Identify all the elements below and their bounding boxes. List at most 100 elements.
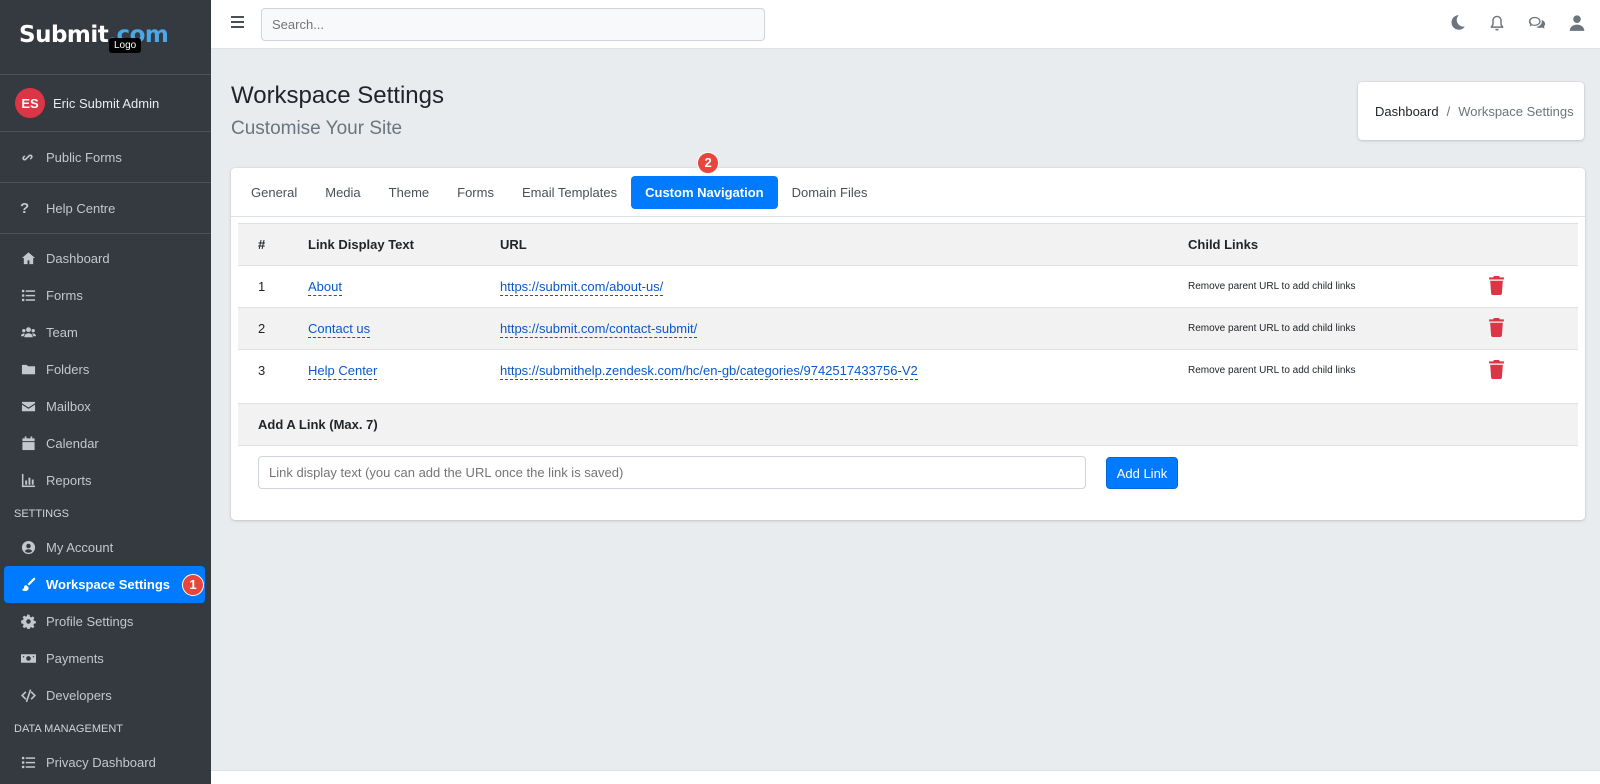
- gear-icon: [20, 614, 36, 630]
- sidebar-item-my-account[interactable]: My Account: [0, 529, 211, 566]
- breadcrumb-separator: /: [1446, 103, 1451, 119]
- users-icon: [20, 325, 36, 341]
- sidebar-item-label: Payments: [46, 651, 104, 666]
- footer: [211, 770, 1600, 784]
- tab-custom-navigation[interactable]: Custom Navigation: [631, 175, 778, 209]
- trash-icon[interactable]: [1488, 275, 1505, 298]
- brush-icon: [20, 577, 36, 593]
- link-display-text-input[interactable]: [258, 456, 1086, 489]
- tab-general[interactable]: General: [237, 176, 311, 209]
- moon-icon[interactable]: [1448, 14, 1466, 35]
- tab-forms[interactable]: Forms: [443, 176, 508, 209]
- sidebar-item-label: Public Forms: [46, 149, 122, 165]
- data-management-header: DATA MANAGEMENT: [14, 723, 123, 735]
- sidebar-item-mailbox[interactable]: Mailbox: [0, 388, 211, 425]
- sidebar-item-developers[interactable]: Developers: [0, 677, 211, 714]
- column-header-actions: [1468, 223, 1578, 266]
- breadcrumb: Dashboard / Workspace Settings: [1358, 82, 1584, 140]
- sidebar-item-dashboard[interactable]: Dashboard: [0, 240, 211, 277]
- breadcrumb-dashboard-link[interactable]: Dashboard: [1375, 104, 1439, 119]
- folder-icon: [20, 362, 36, 378]
- code-icon: [20, 688, 36, 704]
- link-display-text[interactable]: Contact us: [308, 321, 371, 338]
- sidebar-item-label: Team: [46, 325, 78, 340]
- logo-tooltip: Logo: [109, 38, 142, 53]
- sidebar-item-label: My Account: [46, 540, 114, 555]
- step-badge: 2: [697, 151, 720, 174]
- table-row: 2 Contact us https://submit.com/contact-…: [238, 307, 1578, 350]
- link-url[interactable]: https://submit.com/contact-submit/: [500, 321, 698, 338]
- link-display-text[interactable]: About: [308, 279, 342, 296]
- tab-media[interactable]: Media: [311, 176, 374, 209]
- sidebar-item-label: Forms: [46, 288, 83, 303]
- home-icon: [20, 251, 36, 267]
- column-header-url: URL: [480, 223, 1168, 266]
- trash-icon[interactable]: [1488, 359, 1505, 382]
- chat-icon[interactable]: [1528, 14, 1546, 35]
- row-number: 3: [238, 349, 288, 404]
- delete-link-button[interactable]: [1468, 265, 1578, 308]
- breadcrumb-current: Workspace Settings: [1458, 103, 1574, 119]
- topbar: [211, 0, 1600, 49]
- tab-domain-files[interactable]: Domain Files: [778, 176, 882, 209]
- user-icon[interactable]: [1568, 14, 1586, 35]
- sidebar-item-label: Developers: [46, 688, 112, 703]
- link-icon: [20, 150, 36, 165]
- sidebar-item-workspace-settings[interactable]: Workspace Settings 1: [4, 566, 205, 603]
- sidebar-item-label: Profile Settings: [46, 614, 134, 629]
- user-panel[interactable]: ES Eric Submit Admin: [0, 75, 211, 132]
- list-icon: [20, 755, 36, 771]
- trash-icon[interactable]: [1488, 317, 1505, 340]
- sidebar-item-label: Dashboard: [46, 251, 110, 266]
- child-links-note: Remove parent URL to add child links: [1168, 307, 1468, 350]
- link-display-text[interactable]: Help Center: [308, 363, 378, 380]
- sidebar: Submit.com Logo ES Eric Submit Admin Pub…: [0, 0, 211, 784]
- search-input[interactable]: [261, 8, 765, 41]
- column-header-link-text: Link Display Text: [288, 223, 480, 266]
- table-row: 3 Help Center https://submithelp.zendesk…: [238, 349, 1578, 404]
- tab-email-templates[interactable]: Email Templates: [508, 176, 631, 209]
- sidebar-item-label: Calendar: [46, 436, 99, 451]
- sidebar-item-help-centre[interactable]: ? Help Centre: [0, 183, 211, 234]
- sidebar-item-label: Folders: [46, 362, 90, 377]
- brand: Submit.com Logo: [0, 0, 211, 75]
- child-links-note: Remove parent URL to add child links: [1168, 349, 1468, 404]
- sidebar-item-label: Privacy Dashboard: [46, 755, 156, 770]
- avatar: ES: [15, 88, 45, 118]
- column-header-child-links: Child Links: [1168, 223, 1468, 266]
- logo[interactable]: Submit.com: [19, 22, 169, 48]
- envelope-icon: [20, 399, 36, 415]
- sidebar-item-privacy-dashboard[interactable]: Privacy Dashboard: [0, 744, 211, 781]
- sidebar-item-forms[interactable]: Forms: [0, 277, 211, 314]
- delete-link-button[interactable]: [1468, 349, 1578, 404]
- sidebar-item-team[interactable]: Team: [0, 314, 211, 351]
- sidebar-item-reports[interactable]: Reports: [0, 462, 211, 499]
- navigation-links-table: # Link Display Text URL Child Links 1 Ab…: [238, 223, 1578, 404]
- money-icon: [20, 651, 36, 667]
- sidebar-item-folders[interactable]: Folders: [0, 351, 211, 388]
- sidebar-item-label: Help Centre: [46, 200, 116, 216]
- sidebar-item-payments[interactable]: Payments: [0, 640, 211, 677]
- sidebar-item-profile-settings[interactable]: Profile Settings: [0, 603, 211, 640]
- user-name[interactable]: Eric Submit Admin: [53, 96, 159, 111]
- sidebar-item-public-forms[interactable]: Public Forms: [0, 132, 211, 183]
- sidebar-item-label: Workspace Settings: [46, 577, 171, 592]
- settings-header: SETTINGS: [14, 508, 70, 520]
- settings-tabs: General Media Theme Forms Email Template…: [231, 151, 1585, 217]
- step-badge: 1: [182, 573, 205, 596]
- link-url[interactable]: https://submit.com/about-us/: [500, 279, 664, 296]
- row-number: 2: [238, 307, 288, 350]
- column-header-number: #: [238, 223, 288, 266]
- menu-toggle-icon[interactable]: [231, 16, 244, 29]
- sidebar-item-label: Mailbox: [46, 399, 91, 414]
- tab-custom-navigation-wrapper: 2 Custom Navigation: [631, 151, 778, 209]
- delete-link-button[interactable]: [1468, 307, 1578, 350]
- link-url[interactable]: https://submithelp.zendesk.com/hc/en-gb/…: [500, 363, 918, 380]
- sidebar-item-calendar[interactable]: Calendar: [0, 425, 211, 462]
- question-icon: ?: [20, 199, 30, 217]
- add-link-button[interactable]: Add Link: [1106, 457, 1178, 489]
- list-icon: [20, 288, 36, 304]
- chart-icon: [20, 473, 36, 489]
- bell-icon[interactable]: [1488, 14, 1506, 35]
- tab-theme[interactable]: Theme: [375, 176, 443, 209]
